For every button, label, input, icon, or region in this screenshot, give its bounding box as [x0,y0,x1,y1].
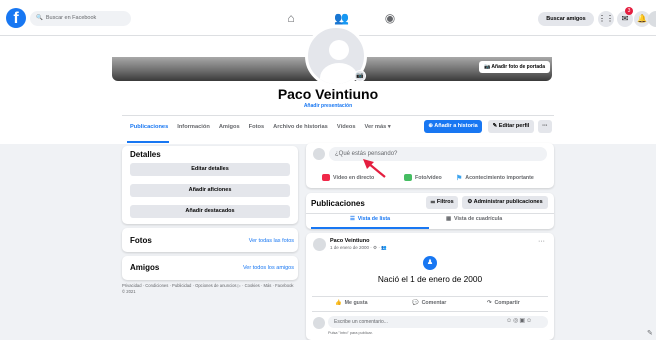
facebook-logo-icon[interactable]: f [6,8,26,28]
share-label: Compartir [494,300,520,306]
add-featured-button[interactable]: Añadir destacados [130,205,290,218]
search-icon: 🔍 [36,15,43,21]
see-all-friends-link[interactable]: Ver todos los amigos [243,265,294,271]
composer-avatar [313,148,325,160]
profile-tabs: Publicaciones Información Amigos Fotos A… [130,120,391,134]
tab-ver-mas[interactable]: Ver más ▾ [365,124,391,130]
camera-icon[interactable]: 📷 [354,70,366,82]
posts-header-card: Publicaciones ⚌ Filtros ⚙ Administrar pu… [306,193,554,229]
photo-video-button[interactable]: Foto/vídeo [404,174,442,181]
edit-profile-label: Editar perfil [498,123,530,129]
add-to-story-button[interactable]: ⊕ Añadir a historia [424,120,482,133]
comment-emoji-icons[interactable]: ☺◎▣☺ [506,317,533,324]
life-event-button[interactable]: ⚑ Acontecimiento importante [456,174,534,182]
gear-icon: ⚙ [467,199,473,205]
photo-video-label: Foto/vídeo [415,174,442,181]
friends-icon[interactable]: 👥 [334,11,349,25]
post-date[interactable]: 1 de enero de 2000 · ⚙ · 👥 [330,245,387,251]
add-cover-photo-button[interactable]: 📷 Añadir foto de portada [479,61,550,73]
friends-title: Amigos [130,263,160,272]
thumbs-up-icon: 👍 [335,300,342,306]
grid-view-tab[interactable]: ▦ Vista de cuadrícula [446,216,502,222]
notification-badge: 3 [625,7,633,15]
like-button[interactable]: 👍 Me gusta [335,300,368,306]
pencil-icon: ✎ [492,123,498,129]
like-label: Me gusta [344,300,368,306]
post-card: Paco Veintiuno 1 de enero de 2000 · ⚙ · … [306,233,554,340]
find-friends-button[interactable]: Buscar amigos [538,12,594,26]
add-cover-photo-label: Añadir foto de portada [491,64,546,70]
grid-icon: ▦ [446,216,452,222]
tab-fotos[interactable]: Fotos [249,124,264,130]
red-arrow-annotation [363,159,386,178]
edit-details-button[interactable]: Editar detalles [130,163,290,176]
footer-links[interactable]: Privacidad · Condiciones · Publicidad · … [122,283,297,295]
enter-to-publish-hint: Pulsa "Intro" para publicar. [328,331,373,335]
filter-icon: ⚌ [430,199,436,205]
post-author-avatar[interactable] [313,238,326,251]
post-divider [312,296,548,297]
post-author-name[interactable]: Paco Veintiuno [330,238,369,244]
plus-icon: ⊕ [428,123,433,129]
avatar-head-silhouette [329,40,349,60]
groups-icon[interactable]: ◉ [383,11,397,25]
comment-button[interactable]: 💬 Comentar [412,300,446,306]
photos-title: Fotos [130,236,152,245]
tab-informacion[interactable]: Información [177,124,210,130]
camera-icon: 📷 [483,64,491,70]
share-icon: ↷ [487,300,492,306]
edit-profile-button[interactable]: ✎ Editar perfil [488,120,534,133]
comment-label: Comentar [421,300,447,306]
see-all-photos-link[interactable]: Ver todas las fotos [249,238,294,244]
edit-icon[interactable]: ✎ [647,329,656,338]
list-view-label: Vista de lista [357,216,391,222]
post-text: Nació el 1 de enero de 2000 [377,274,483,284]
list-view-tab[interactable]: ☰ Vista de lista [350,216,390,222]
post-divider-2 [312,311,548,312]
post-more-button[interactable]: ··· [538,238,545,245]
filters-button[interactable]: ⚌ Filtros [426,196,458,209]
search-placeholder: Buscar en Facebook [45,15,97,21]
life-event-icon: ♟ [423,256,437,270]
details-title: Detalles [130,150,161,159]
flag-icon: ⚑ [456,175,463,182]
grid-view-label: Vista de cuadrícula [454,216,503,222]
posts-title: Publicaciones [311,199,365,208]
details-card: Detalles Editar detalles Añadir aficione… [122,146,298,224]
comment-avatar [313,317,325,329]
add-hobbies-button[interactable]: Añadir aficiones [130,184,290,197]
avatar-body-silhouette [320,63,358,84]
profile-name: Paco Veintiuno [277,86,379,102]
manage-posts-button[interactable]: ⚙ Administrar publicaciones [462,196,548,209]
tab-archivo-historias[interactable]: Archivo de historias [273,124,328,130]
add-presentation-link[interactable]: Añadir presentación [0,103,656,109]
list-icon: ☰ [350,216,355,222]
tab-videos[interactable]: Vídeos [337,124,356,130]
filters-label: Filtros [436,199,454,205]
manage-posts-label: Administrar publicaciones [473,199,543,205]
header-divider [122,115,554,116]
comment-icon: 💬 [412,300,419,306]
tab-publicaciones[interactable]: Publicaciones [130,124,168,130]
add-to-story-label: Añadir a historia [434,123,478,129]
friends-card: Amigos Ver todos los amigos [122,256,298,280]
share-button[interactable]: ↷ Compartir [487,300,520,306]
more-options-button[interactable]: ··· [538,120,552,133]
search-input[interactable]: 🔍 Buscar en Facebook [30,11,131,26]
active-tab-indicator [127,141,169,143]
list-view-underline [311,227,429,229]
photos-card: Fotos Ver todas las fotos [122,228,298,252]
tab-amigos[interactable]: Amigos [219,124,240,130]
home-icon[interactable]: ⌂ [284,11,298,25]
photo-icon [404,174,412,181]
posts-header-divider [306,213,554,214]
live-video-icon [322,174,330,181]
life-event-label: Acontecimiento importante [465,175,534,181]
composer-card: ¿Qué estás pensando? Vídeo en directo Fo… [306,143,554,188]
menu-grid-icon[interactable]: ⋮⋮ [598,11,614,27]
